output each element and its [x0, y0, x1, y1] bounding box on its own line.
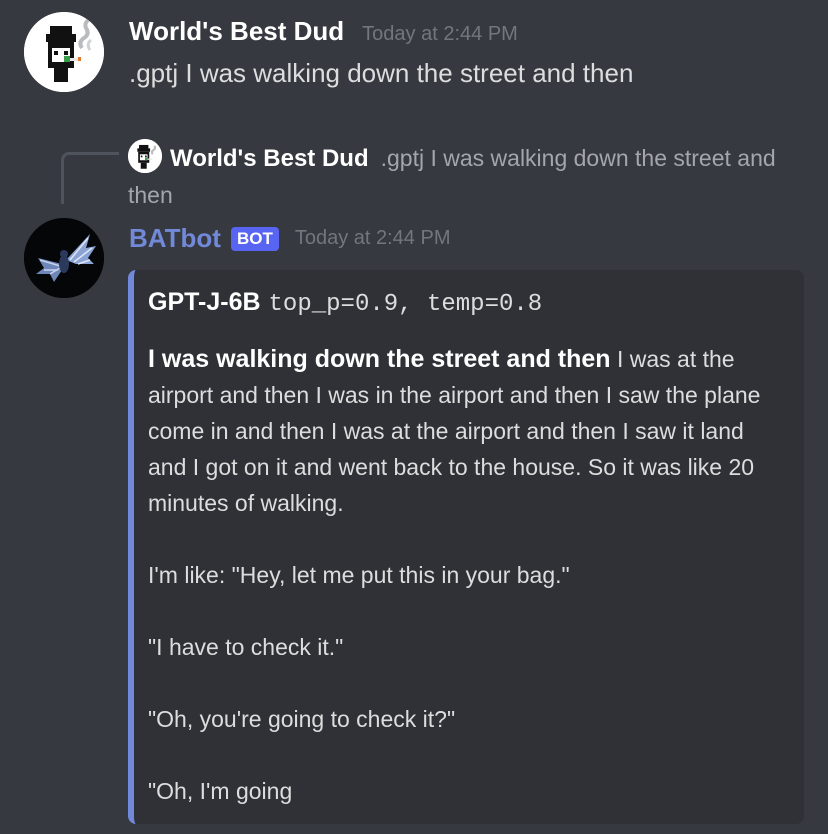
reply-spine-line [61, 152, 119, 204]
user-avatar[interactable] [24, 12, 104, 92]
timestamp: Today at 2:44 PM [362, 23, 518, 45]
cartoon-person-smoking-avatar-icon [128, 139, 162, 173]
chat-messages: World's Best Dud Today at 2:44 PM .gptj … [0, 0, 828, 834]
message-content: .gptj I was walking down the street and … [129, 58, 634, 88]
cartoon-person-smoking-avatar-icon [24, 12, 104, 92]
bot-tag-badge: BOT [230, 226, 279, 251]
embed-title: GPT-J-6B top_p=0.9, temp=0.8 [148, 288, 542, 318]
timestamp: Today at 2:44 PM [294, 227, 451, 249]
embed-description: I was walking down the street and then I… [148, 341, 778, 809]
reply-username[interactable]: World's Best Dud [170, 145, 369, 172]
reply-avatar [128, 139, 162, 173]
message-world-best-dud: World's Best Dud Today at 2:44 PM .gptj … [0, 0, 828, 110]
embed-paragraph: I'm like: "Hey, let me put this in your … [148, 562, 570, 588]
embed-paragraph: "Oh, you're going to check it?" [148, 706, 456, 732]
message-embed: GPT-J-6B top_p=0.9, temp=0.8 I was walkin… [128, 270, 804, 824]
username[interactable]: World's Best Dud [129, 16, 344, 47]
embed-prompt-text: I was walking down the street and then [148, 345, 611, 373]
bot-username[interactable]: BATbot [129, 223, 221, 254]
embed-paragraph: "Oh, I'm going [148, 778, 293, 804]
embed-paragraph: "I have to check it." [148, 634, 344, 660]
bat-avatar-icon [24, 218, 104, 298]
message-header: World's Best Dud Today at 2:44 PM [129, 16, 518, 47]
reply-reference[interactable]: World's Best Dud .gptj I was walking down… [128, 139, 808, 213]
bot-avatar[interactable] [24, 218, 104, 298]
message-header: BATbot BOT Today at 2:44 PM [129, 223, 450, 254]
embed-model-name: GPT-J-6B [148, 288, 261, 316]
embed-params: top_p=0.9, temp=0.8 [268, 291, 543, 318]
